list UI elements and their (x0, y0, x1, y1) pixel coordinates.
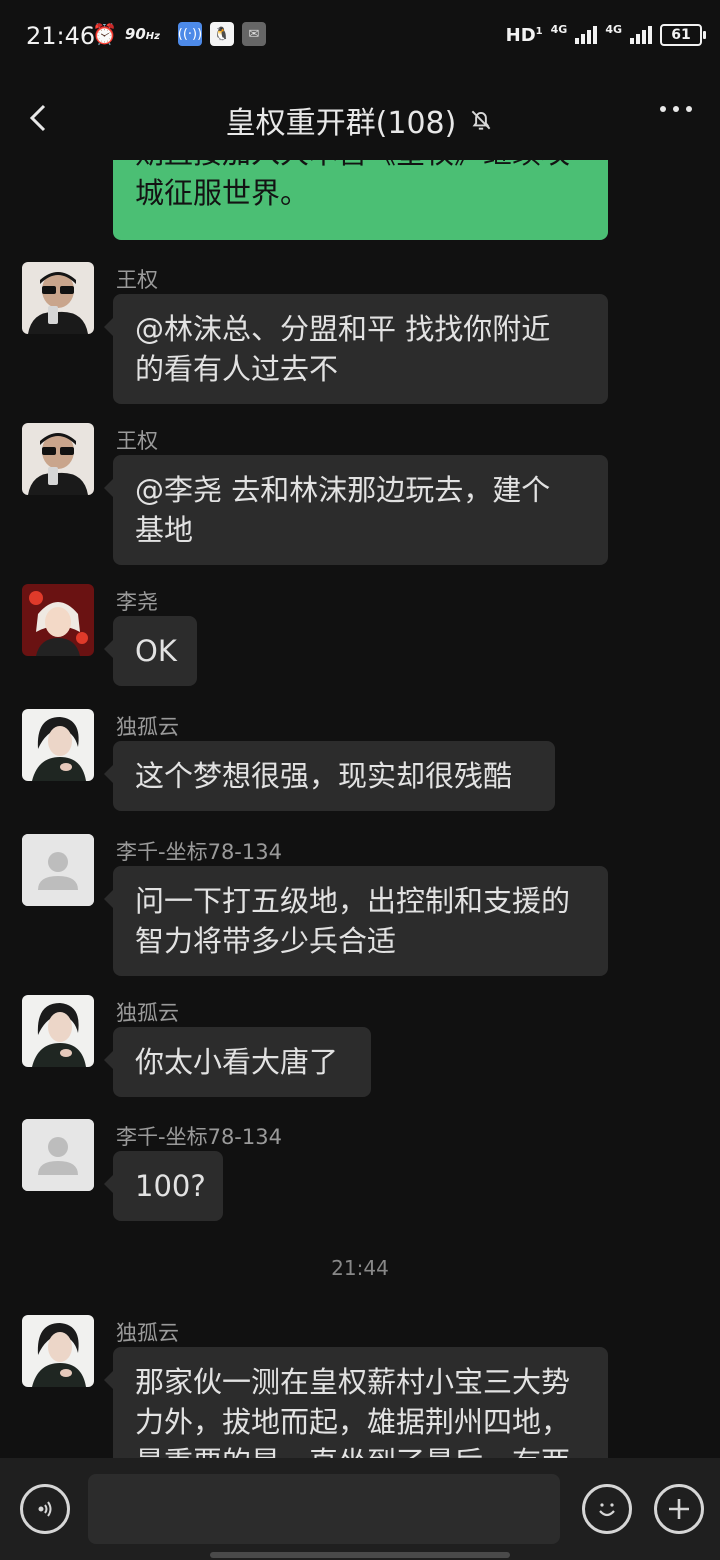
plus-icon[interactable] (654, 1484, 704, 1534)
avatar[interactable] (22, 262, 94, 334)
message-list[interactable]: 期直接加入大本营《皇权》继续攻 城征服世界。 王权 @林沫总、分盟和平 找找你附… (0, 160, 720, 1458)
woman-portrait-avatar (22, 1315, 94, 1387)
sender-name: 独孤云 (116, 1001, 179, 1025)
message-bubble[interactable]: 你太小看大唐了 (104, 1027, 371, 1097)
sender-name: 王权 (116, 268, 158, 292)
home-indicator[interactable] (210, 1552, 510, 1558)
voice-icon[interactable] (20, 1484, 70, 1534)
avatar[interactable] (22, 423, 94, 495)
woman-portrait-avatar (22, 709, 94, 781)
back-chevron-icon[interactable] (22, 98, 62, 138)
default-user-icon (22, 1119, 94, 1191)
emoji-icon[interactable] (582, 1484, 632, 1534)
battery-icon: 61 (660, 24, 706, 46)
avatar[interactable] (22, 1315, 94, 1387)
refresh-rate: 90 (124, 25, 146, 43)
avatar[interactable] (22, 584, 94, 656)
more-dots-icon[interactable] (660, 106, 692, 112)
sunglasses-man-avatar (22, 423, 94, 495)
message-bubble[interactable]: 这个梦想很强，现实却很残酷 (104, 741, 555, 811)
avatar[interactable] (22, 995, 94, 1067)
message-bubble[interactable]: @林沫总、分盟和平 找找你附近 的看有人过去不 (104, 294, 608, 404)
default-user-icon (22, 834, 94, 906)
woman-portrait-avatar (22, 995, 94, 1067)
sender-name: 李尧 (116, 590, 158, 614)
sender-name: 独孤云 (116, 1321, 179, 1345)
message-bubble[interactable]: 那家伙一测在皇权薪村小宝三大势 力外，拔地而起，雄据荆州四地， 最重要的是，直坐… (104, 1347, 608, 1458)
battery-level: 61 (671, 27, 691, 43)
hd-indicator: HD1 (505, 24, 543, 46)
avatar[interactable] (22, 1119, 94, 1191)
message-app-icon: ✉ (241, 22, 266, 46)
message-input[interactable] (88, 1474, 560, 1544)
signal-icon (575, 26, 598, 44)
timestamp: 21:44 (331, 1256, 389, 1280)
message-bubble-self[interactable]: 期直接加入大本营《皇权》继续攻 城征服世界。 (113, 160, 608, 240)
input-bar (0, 1458, 720, 1560)
sender-name: 王权 (116, 429, 158, 453)
avatar[interactable] (22, 709, 94, 781)
message-bubble[interactable]: 问一下打五级地，出控制和支援的 智力将带多少兵合适 (104, 866, 608, 976)
hotspot-icon: ((·)) (178, 22, 202, 46)
status-bar: 21:46 ⏰ 90Hz ((·)) 🐧 ✉ HD1 4G 4G 61 (0, 0, 720, 76)
signal-icon-2 (630, 26, 652, 44)
alarm-icon: ⏰ (92, 22, 117, 46)
message-bubble[interactable]: 100? (104, 1151, 223, 1221)
qq-penguin-icon: 🐧 (209, 22, 234, 46)
status-time: 21:46 (26, 22, 96, 50)
network-type-1: 4G (550, 22, 568, 36)
refresh-unit: Hz (145, 31, 160, 42)
bell-off-icon (471, 110, 491, 130)
sender-name: 独孤云 (116, 715, 179, 739)
message-bubble[interactable]: OK (104, 616, 197, 686)
sender-name: 李千-坐标78-134 (116, 1125, 282, 1149)
avatar[interactable] (22, 834, 94, 906)
sunglasses-man-avatar (22, 262, 94, 334)
chat-title[interactable]: 皇权重开群(108) (226, 98, 457, 142)
sender-name: 李千-坐标78-134 (116, 840, 282, 864)
message-bubble[interactable]: @李尧 去和林沫那边玩去，建个 基地 (104, 455, 608, 565)
chat-header: 皇权重开群(108) (0, 76, 720, 160)
network-type-2: 4G (605, 22, 622, 36)
anime-character-avatar (22, 584, 94, 656)
